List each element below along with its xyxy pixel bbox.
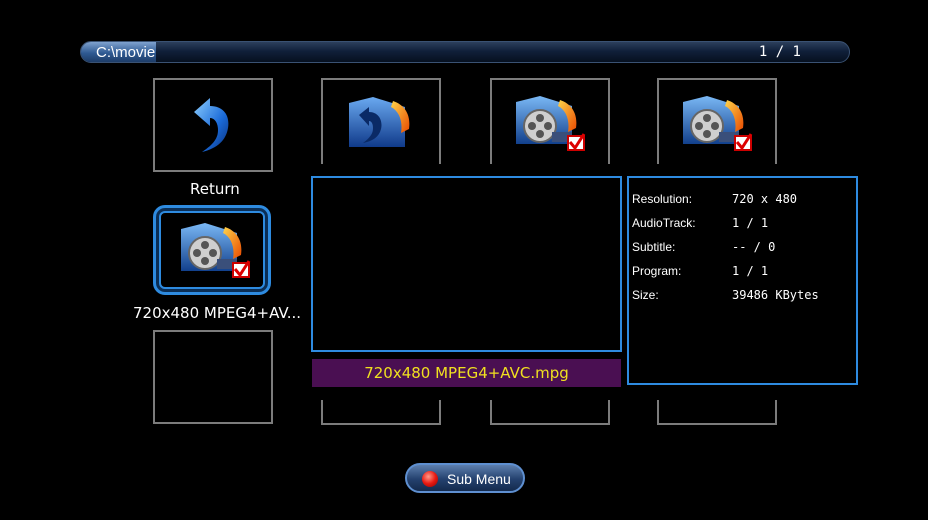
return-icon bbox=[194, 98, 229, 152]
movie-file-tile[interactable] bbox=[657, 78, 777, 164]
parent-folder-tile[interactable] bbox=[321, 78, 441, 164]
current-path: C:\movie bbox=[96, 44, 156, 61]
red-button-icon bbox=[422, 471, 438, 487]
parent-folder-icon bbox=[349, 97, 410, 147]
path-bar: C:\movie 1 / 1 bbox=[80, 41, 850, 63]
program-value: 1 / 1 bbox=[732, 264, 769, 278]
selected-movie-tile[interactable] bbox=[153, 205, 271, 295]
return-label: Return bbox=[190, 180, 240, 198]
empty-tile bbox=[321, 400, 441, 425]
audio-track-label: AudioTrack: bbox=[632, 216, 696, 230]
resolution-value: 720 x 480 bbox=[732, 192, 798, 206]
empty-tile bbox=[490, 400, 610, 425]
program-label: Program: bbox=[632, 264, 682, 278]
resolution-label: Resolution: bbox=[632, 192, 693, 206]
empty-tile bbox=[153, 330, 273, 424]
page-count: 1 / 1 bbox=[758, 44, 801, 60]
size-value: 39486 KBytes bbox=[732, 288, 819, 302]
movie-file-tile[interactable] bbox=[490, 78, 610, 164]
subtitle-value: -- / 0 bbox=[732, 240, 776, 254]
movie-file-icon bbox=[516, 96, 586, 151]
size-label: Size: bbox=[632, 288, 659, 302]
selected-file-label: 720x480 MPEG4+AV... bbox=[133, 304, 302, 322]
video-preview bbox=[311, 176, 622, 352]
subtitle-label: Subtitle: bbox=[632, 240, 676, 254]
sub-menu-label: Sub Menu bbox=[447, 471, 511, 487]
file-info-panel: Resolution: 720 x 480 AudioTrack: 1 / 1 … bbox=[627, 176, 858, 385]
movie-file-icon bbox=[181, 223, 251, 278]
return-tile[interactable] bbox=[153, 78, 273, 172]
sub-menu-button[interactable]: Sub Menu bbox=[405, 463, 525, 493]
preview-filename: 720x480 MPEG4+AVC.mpg bbox=[312, 359, 621, 387]
audio-track-value: 1 / 1 bbox=[732, 216, 769, 230]
movie-file-icon bbox=[683, 96, 753, 151]
empty-tile bbox=[657, 400, 777, 425]
